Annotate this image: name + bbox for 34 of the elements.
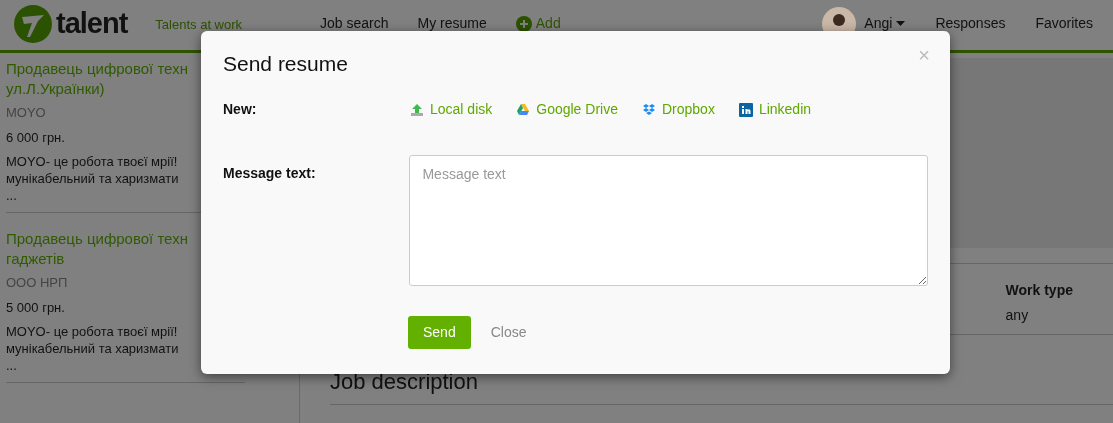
- nav-link[interactable]: Add: [515, 13, 561, 34]
- company-name: ООО НРП: [6, 274, 68, 292]
- source-link[interactable]: Google Drive: [516, 99, 618, 120]
- field-label: New:: [223, 100, 258, 119]
- caret-icon: [896, 20, 906, 27]
- source-link[interactable]: Dropbox: [641, 99, 715, 120]
- detail-label: Work type: [1005, 281, 1073, 300]
- nav-link[interactable]: Favorites: [1035, 13, 1093, 34]
- modal-title: Send resume: [223, 51, 348, 77]
- logo-icon: [14, 4, 52, 43]
- salary: 6 000 грн.: [6, 128, 65, 147]
- close-button[interactable]: ×: [918, 45, 930, 65]
- nav-link[interactable]: Responses: [935, 13, 1006, 34]
- source-link[interactable]: Local disk: [410, 99, 493, 120]
- plus-icon: [515, 15, 532, 32]
- company-name: MOYO: [6, 104, 46, 122]
- drive-icon: [516, 102, 531, 117]
- dropbox-icon: [641, 102, 656, 117]
- linkedin-icon: [738, 102, 753, 117]
- source-link[interactable]: Linkedin: [738, 99, 812, 120]
- send-button[interactable]: Send: [408, 316, 471, 349]
- nav-link[interactable]: My resume: [417, 13, 487, 34]
- user-menu[interactable]: Angi: [864, 13, 906, 34]
- logo-text: talent: [56, 5, 128, 41]
- message-field[interactable]: Message text: [409, 155, 928, 286]
- job-description: MOYO- це робота твоєї мрії! мунікабельний та харизмати ...: [6, 323, 179, 374]
- job-description: MOYO- це робота твоєї мрії! мунікабельний та харизмати ...: [6, 153, 179, 204]
- field-label: Message text:: [223, 164, 317, 183]
- salary: 5 000 грн.: [6, 298, 65, 317]
- close-link[interactable]: Close: [490, 322, 527, 343]
- nav-link[interactable]: Job search: [320, 13, 389, 34]
- upload-icon: [410, 102, 424, 117]
- tagline: Talents at work: [155, 15, 243, 34]
- detail-value: any: [1005, 306, 1030, 325]
